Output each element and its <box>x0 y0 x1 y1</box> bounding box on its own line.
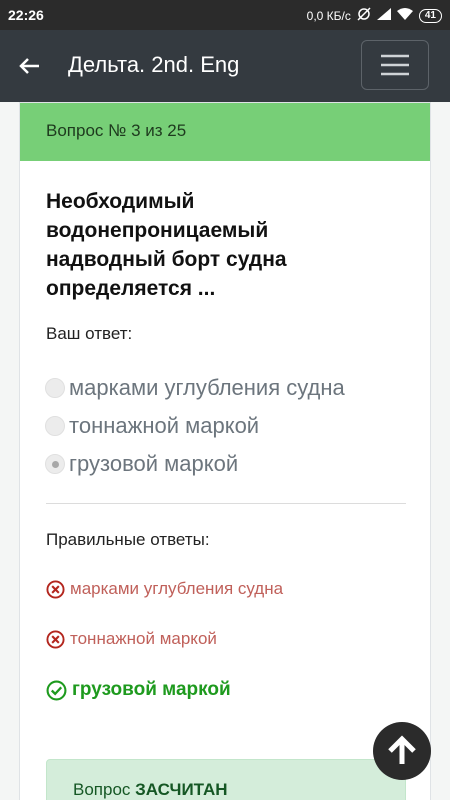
verdict-value: ЗАСЧИТАН <box>135 780 228 799</box>
radio-button-selected[interactable] <box>45 454 65 474</box>
radio-button[interactable] <box>45 416 65 436</box>
app-bar: Дельта. 2nd. Eng <box>0 30 450 102</box>
status-time: 22:26 <box>8 7 44 23</box>
scroll-to-top-button[interactable] <box>373 722 431 780</box>
option-label: марками углубления судна <box>69 375 345 400</box>
result-label: тоннажной маркой <box>70 629 217 648</box>
signal-icon <box>376 8 391 23</box>
option-label: грузовой маркой <box>69 451 239 476</box>
page-content: Вопрос № 3 из 25 Необходимый водонепрони… <box>0 102 450 800</box>
divider <box>46 503 406 504</box>
result-item-wrong: марками углубления судна <box>46 579 283 599</box>
result-item-wrong: тоннажной маркой <box>46 629 217 649</box>
back-button[interactable] <box>14 50 46 82</box>
radio-button[interactable] <box>45 378 65 398</box>
result-label: грузовой маркой <box>72 679 231 700</box>
result-label: марками углубления судна <box>70 579 284 598</box>
answer-option-3[interactable]: грузовой маркой <box>45 451 238 477</box>
wifi-icon <box>396 8 413 23</box>
your-answer-label: Ваш ответ: <box>46 324 133 343</box>
answer-option-2[interactable]: тоннажной маркой <box>45 413 259 439</box>
question-card: Вопрос № 3 из 25 Необходимый водонепрони… <box>19 102 431 800</box>
question-counter: Вопрос № 3 из 25 <box>20 103 430 161</box>
option-label: тоннажной маркой <box>69 413 260 438</box>
hamburger-menu-icon <box>381 54 409 76</box>
result-item-correct: грузовой маркой <box>46 679 231 701</box>
menu-button[interactable] <box>361 40 429 90</box>
status-indicators: 0,0 КБ/с 41 <box>307 7 442 24</box>
x-circle-icon <box>46 629 65 649</box>
no-alarm-icon <box>357 7 371 24</box>
app-title: Дельта. 2nd. Eng <box>68 52 240 77</box>
arrow-up-icon <box>388 735 416 764</box>
verdict-alert: Вопрос ЗАСЧИТАН <box>46 759 406 800</box>
arrow-left-icon <box>19 58 39 74</box>
question-text: Необходимый водонепроницаемый надводный … <box>46 190 287 300</box>
x-circle-icon <box>46 579 65 599</box>
verdict-prefix: Вопрос <box>73 780 136 799</box>
check-circle-icon <box>46 680 67 700</box>
correct-answers-title: Правильные ответы: <box>46 530 210 549</box>
network-speed: 0,0 КБ/с <box>306 8 351 23</box>
status-bar: 22:26 0,0 КБ/с 41 <box>0 0 450 30</box>
answer-option-1[interactable]: марками углубления судна <box>45 375 345 401</box>
battery-indicator: 41 <box>418 8 442 23</box>
